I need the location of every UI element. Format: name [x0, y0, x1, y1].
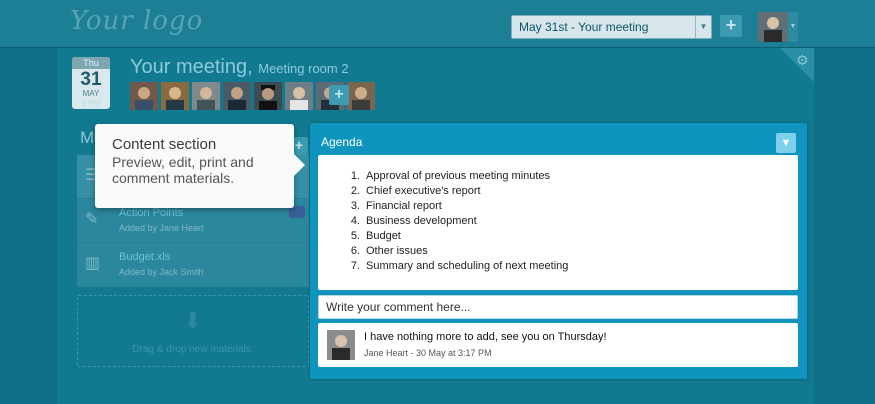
agenda-item: 6. Other issues — [350, 245, 428, 257]
meeting-room: Meeting room 2 — [258, 61, 349, 76]
meeting-time: 2 PM — [81, 99, 101, 108]
participant-avatar[interactable] — [347, 82, 375, 110]
participant-avatar[interactable] — [254, 82, 282, 110]
material-added-by: Added by Jack Smith — [119, 267, 204, 277]
content-section: Agenda ▼ 1. Approval of previous meeting … — [310, 123, 807, 379]
gear-icon[interactable]: ⚙ — [796, 52, 809, 69]
agenda-item: 1. Approval of previous meeting minutes — [350, 170, 551, 182]
arrow-down-icon: ⬇ — [183, 308, 203, 333]
avatar[interactable] — [758, 12, 788, 42]
agenda-body: 1. Approval of previous meeting minutes 2… — [318, 155, 798, 290]
material-added-by: Added by Jane Heart — [119, 223, 204, 233]
add-participant-button[interactable]: + — [329, 85, 349, 105]
agenda-item: 4. Business development — [350, 215, 477, 227]
page-title: Your meeting, Meeting room 2 — [130, 56, 349, 79]
tooltip-title: Content section — [112, 136, 217, 153]
meeting-select-value: May 31st - Your meeting — [519, 20, 649, 34]
materials-title: M — [80, 128, 95, 147]
collapse-toggle-button[interactable]: ▼ — [776, 133, 796, 153]
comment-meta: Jane Heart - 30 May at 3:17 PM — [364, 348, 492, 358]
participant-avatar[interactable] — [161, 82, 189, 110]
participant-avatar[interactable] — [192, 82, 220, 110]
date-day: 31 — [80, 69, 102, 90]
agenda-item: 2. Chief executive's report — [350, 185, 481, 197]
agenda-item: 3. Financial report — [350, 200, 442, 212]
avatar — [327, 330, 355, 360]
comment-text: I have nothing more to add, see you on T… — [364, 331, 607, 343]
participant-avatar[interactable] — [285, 82, 313, 110]
add-meeting-button[interactable]: + — [720, 15, 742, 37]
chevron-down-icon: ▼ — [695, 16, 711, 38]
agenda-item: 5. Budget — [350, 230, 401, 242]
tooltip-text: Preview, edit, print and comment materia… — [112, 154, 254, 186]
logo[interactable]: Your logo — [70, 6, 203, 36]
comment-item: I have nothing more to add, see you on T… — [318, 323, 798, 367]
agenda-title: Agenda — [321, 135, 363, 149]
meeting-title: Your meeting, — [130, 56, 253, 78]
document-edit-icon: ✎ — [85, 211, 99, 228]
tooltip: Content section Preview, edit, print and… — [95, 124, 305, 208]
agenda-item: 7. Summary and scheduling of next meeting — [350, 260, 569, 272]
material-name: Action Points — [119, 207, 184, 219]
material-name: Budget.xls — [119, 251, 171, 263]
participant-avatar[interactable] — [130, 82, 158, 110]
meeting-select[interactable]: May 31st - Your meeting ▼ — [511, 15, 712, 39]
agenda-list: 1. Approval of previous meeting minutes 2… — [342, 169, 569, 274]
dropzone-text: Drag & drop new materials. — [132, 344, 254, 355]
date-month: MAY — [82, 89, 100, 98]
comment-input[interactable]: Write your comment here... — [318, 295, 798, 319]
participant-avatar[interactable] — [223, 82, 251, 110]
list-item[interactable]: ▥ Budget.xls Added by Jack Smith — [77, 243, 309, 287]
dropzone[interactable]: ⬇ Drag & drop new materials. — [77, 295, 309, 367]
date-day-of-week: Thu — [72, 57, 110, 69]
bar-chart-icon: ▥ — [85, 255, 101, 272]
user-menu-toggle[interactable]: ▼ — [788, 12, 798, 42]
